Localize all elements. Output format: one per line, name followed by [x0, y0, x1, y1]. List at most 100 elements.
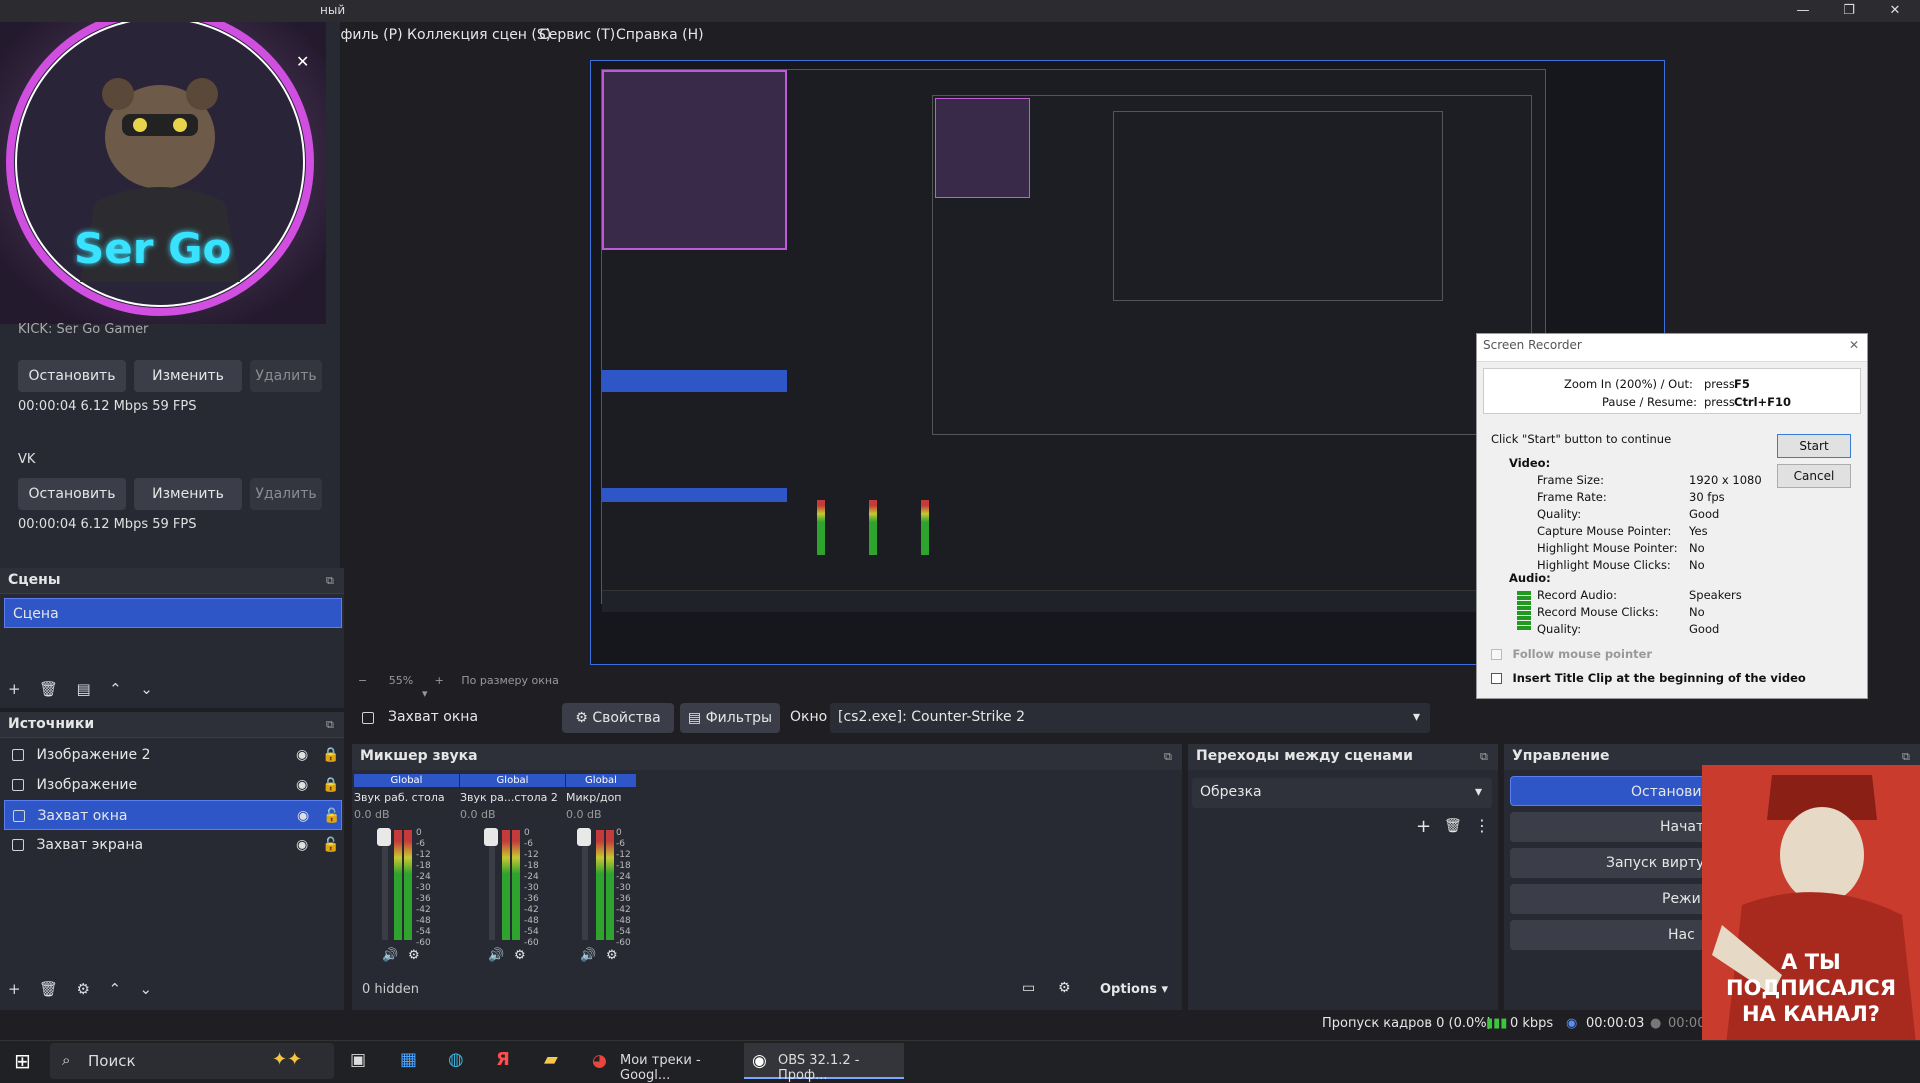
insert-title-checkbox[interactable]: [1491, 672, 1502, 684]
move-down-icon[interactable]: ⌄: [140, 680, 153, 698]
add-icon[interactable]: +: [1416, 816, 1431, 837]
eye-icon[interactable]: ◉: [297, 801, 309, 831]
move-up-icon[interactable]: ⌃: [108, 980, 121, 998]
unlock-icon[interactable]: 🔓: [323, 801, 340, 831]
delete-stream-1-button[interactable]: Удалить: [250, 360, 322, 392]
undock-icon[interactable]: ⧉: [1164, 750, 1172, 764]
undock-icon[interactable]: ⧉: [326, 718, 334, 732]
search-placeholder: Поиск: [88, 1052, 136, 1070]
channel-name[interactable]: Микр/доп: [566, 791, 636, 804]
move-up-icon[interactable]: ⌃: [109, 680, 122, 698]
source-name: Захват окна: [388, 709, 479, 725]
zoom-in-icon[interactable]: +: [435, 674, 444, 687]
menu-scene-collection[interactable]: Коллекция сцен (S): [407, 27, 551, 43]
properties-button[interactable]: ⚙ Свойства: [562, 703, 674, 733]
trash-icon[interactable]: 🗑: [39, 980, 58, 998]
stop-stream-1-button[interactable]: Остановить: [18, 360, 126, 392]
volume-slider-handle[interactable]: [484, 828, 498, 846]
trash-icon[interactable]: 🗑: [39, 680, 58, 698]
layout-icon[interactable]: ▭: [1022, 980, 1035, 996]
eye-icon[interactable]: ◉: [296, 830, 308, 860]
close-icon[interactable]: ✕: [1849, 338, 1859, 352]
unlock-icon[interactable]: 🔓: [322, 830, 339, 860]
hint-key: Ctrl+F10: [1734, 395, 1792, 409]
taskbar-search[interactable]: ⌕ Поиск ✦✦: [50, 1043, 334, 1079]
taskbar-app-obs[interactable]: ◉ OBS 32.1.2 - Проф...: [744, 1043, 904, 1083]
lock-icon[interactable]: 🔒: [322, 740, 339, 770]
follow-mouse-row[interactable]: Follow mouse pointer: [1491, 646, 1851, 662]
eye-icon[interactable]: ◉: [296, 770, 308, 800]
undock-icon[interactable]: ⧉: [326, 574, 334, 588]
volume-slider[interactable]: [382, 830, 388, 940]
add-icon[interactable]: +: [8, 680, 21, 698]
fit-mode[interactable]: По размеру окна: [461, 674, 558, 687]
filter-icon: ▤: [687, 710, 706, 726]
start-button[interactable]: Start: [1777, 434, 1851, 458]
follow-mouse-checkbox[interactable]: [1491, 648, 1502, 660]
filters-button[interactable]: ▤ Фильтры: [680, 703, 780, 733]
volume-slider[interactable]: [489, 830, 495, 940]
window-select-value: [cs2.exe]: Counter-Strike 2: [838, 709, 1025, 725]
eye-icon[interactable]: ◉: [296, 740, 308, 770]
options-button[interactable]: Options ▾: [1100, 982, 1168, 997]
nested-mixer: [797, 490, 947, 565]
volume-meter: [606, 830, 614, 940]
source-item[interactable]: Изображение 2 ◉ 🔒: [4, 740, 342, 770]
db-scale: 0 -6 -12 -18 -24 -30 -36 -42 -48 -54 -60: [524, 828, 539, 948]
source-item[interactable]: Захват экрана ◉ 🔓: [4, 830, 342, 860]
volume-slider[interactable]: [582, 830, 588, 940]
scene-item[interactable]: Сцена: [4, 598, 342, 628]
edit-stream-1-button[interactable]: Изменить: [134, 360, 242, 392]
speaker-icon[interactable]: 🔊: [488, 948, 504, 963]
taskbar-app-label: Мои треки - Googl...: [620, 1053, 701, 1083]
minimize-button[interactable]: —: [1780, 0, 1826, 22]
speaker-icon[interactable]: 🔊: [580, 948, 596, 963]
cancel-button[interactable]: Cancel: [1777, 464, 1851, 488]
more-icon[interactable]: ⋮: [1474, 816, 1490, 835]
edit-stream-2-button[interactable]: Изменить: [134, 478, 242, 510]
gear-icon[interactable]: ⚙: [1058, 980, 1071, 996]
folder-icon[interactable]: ▰: [544, 1049, 558, 1070]
close-icon[interactable]: ✕: [296, 52, 309, 71]
filter-icon[interactable]: ▤: [77, 680, 91, 698]
move-down-icon[interactable]: ⌄: [139, 980, 152, 998]
close-button[interactable]: ✕: [1872, 0, 1918, 22]
taskbar-app-label: OBS 32.1.2 - Проф...: [778, 1053, 860, 1083]
menu-tools[interactable]: Сервис (T): [539, 27, 615, 43]
settings-icon[interactable]: ⚙: [408, 948, 420, 963]
chevron-down-icon[interactable]: ▾: [422, 687, 428, 700]
zoom-out-icon[interactable]: −: [358, 674, 367, 687]
undock-icon[interactable]: ⧉: [1902, 750, 1910, 764]
lock-icon[interactable]: 🔒: [322, 770, 339, 800]
yandex-icon[interactable]: Я: [496, 1049, 510, 1070]
transition-select[interactable]: Обрезка ▾: [1192, 778, 1492, 808]
hidden-count[interactable]: 0 hidden: [362, 982, 419, 997]
add-icon[interactable]: +: [8, 980, 21, 998]
taskbar: ⊞ ⌕ Поиск ✦✦ ▣ ▦ ◍ Я ▰ ◕ Мои треки - Goo…: [0, 1040, 1920, 1083]
undock-icon[interactable]: ⧉: [1480, 750, 1488, 764]
store-icon[interactable]: ▦: [400, 1049, 417, 1070]
stop-stream-2-button[interactable]: Остановить: [18, 478, 126, 510]
delete-stream-2-button[interactable]: Удалить: [250, 478, 322, 510]
insert-title-row[interactable]: Insert Title Clip at the beginning of th…: [1491, 670, 1861, 686]
channel-name[interactable]: Звук раб. стола: [354, 791, 459, 804]
source-item[interactable]: Изображение ◉ 🔒: [4, 770, 342, 800]
trash-icon[interactable]: 🗑: [1444, 818, 1462, 834]
gear-icon[interactable]: ⚙: [77, 980, 90, 998]
vk-label: VK: [18, 452, 36, 467]
edge-icon[interactable]: ◍: [448, 1049, 464, 1070]
channel-name[interactable]: Звук ра...стола 2: [460, 791, 565, 804]
taskbar-app-chrome[interactable]: ◕ Мои треки - Googl...: [588, 1043, 738, 1083]
source-item-selected[interactable]: Захват окна ◉ 🔓: [4, 800, 342, 830]
windows-start-icon[interactable]: ⊞: [14, 1049, 31, 1073]
task-view-icon[interactable]: ▣: [350, 1050, 366, 1070]
maximize-button[interactable]: ❐: [1826, 0, 1872, 22]
volume-slider-handle[interactable]: [377, 828, 391, 846]
speaker-icon[interactable]: 🔊: [382, 948, 398, 963]
audio-level-icon: [1517, 590, 1531, 630]
volume-slider-handle[interactable]: [577, 828, 591, 846]
menu-help[interactable]: Справка (H): [616, 27, 704, 43]
settings-icon[interactable]: ⚙: [606, 948, 618, 963]
settings-icon[interactable]: ⚙: [514, 948, 526, 963]
window-select[interactable]: [cs2.exe]: Counter-Strike 2 ▾: [830, 703, 1430, 733]
